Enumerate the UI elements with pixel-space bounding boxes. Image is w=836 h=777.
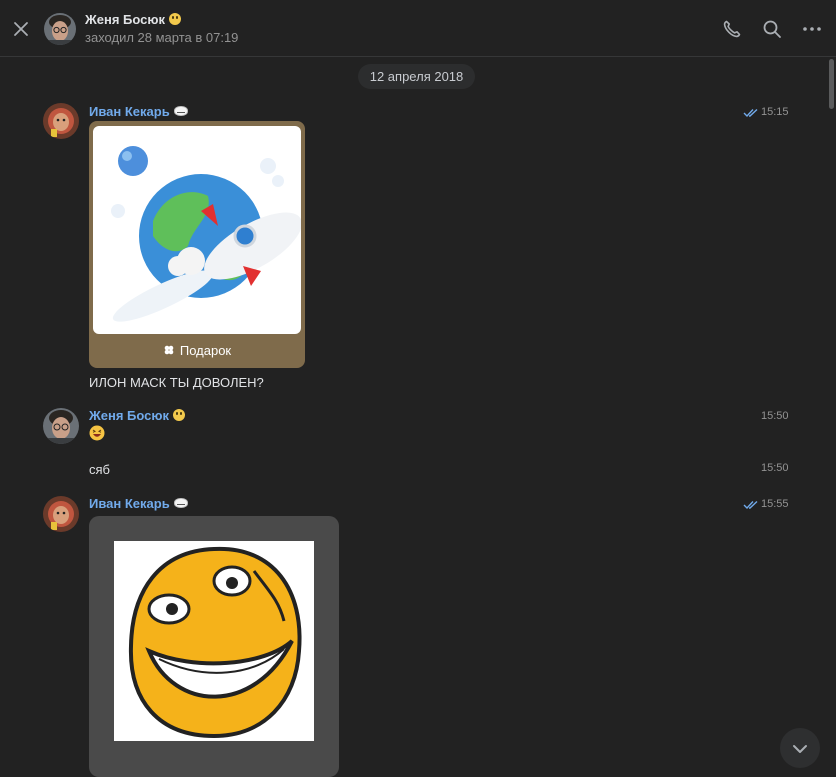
header-avatar[interactable] [44,13,76,45]
gift-attachment[interactable]: Подарок [89,121,305,368]
message-author[interactable]: Иван Кекарь [89,496,188,511]
cat-emoji-icon [172,409,185,421]
troll-face-icon [173,498,188,508]
chevron-down-icon [793,745,807,753]
date-divider: 12 апреля 2018 [358,64,475,89]
message-author[interactable]: Женя Босюк [89,408,185,423]
scroll-down-button[interactable] [780,728,820,768]
avatar-ivan[interactable] [43,103,79,139]
message-time: 15:15 [761,106,789,118]
gift-label: Подарок [89,343,305,358]
message-time: 15:50 [761,410,789,422]
cat-emoji-icon [168,13,181,25]
message-time: 15:50 [761,462,789,474]
more-icon[interactable] [800,17,824,41]
sticker-attachment[interactable] [89,516,339,777]
message-text: ИЛОН МАСК ТЫ ДОВОЛЕН? [89,375,264,390]
sticker-image [114,541,314,741]
avatar-ivan[interactable] [43,496,79,532]
search-icon[interactable] [760,17,784,41]
scrollbar[interactable] [828,57,836,777]
contact-name[interactable]: Женя Босюк [85,12,181,27]
message-time: 15:55 [761,498,789,510]
chat-header: Женя Босюк заходил 28 марта в 07:19 [0,0,836,57]
close-icon[interactable] [10,18,32,40]
contact-status: заходил 28 марта в 07:19 [85,30,239,45]
gift-icon [164,345,174,355]
phone-icon[interactable] [720,17,744,41]
avatar-zhenya[interactable] [43,408,79,444]
troll-face-icon [173,106,188,116]
message-text: сяб [89,462,110,477]
scrollbar-thumb[interactable] [829,59,834,109]
read-ticks-icon [743,500,758,510]
gift-image [93,126,301,334]
message-author[interactable]: Иван Кекарь [89,104,188,119]
laughing-face-icon [89,425,105,441]
read-ticks-icon [743,108,758,118]
